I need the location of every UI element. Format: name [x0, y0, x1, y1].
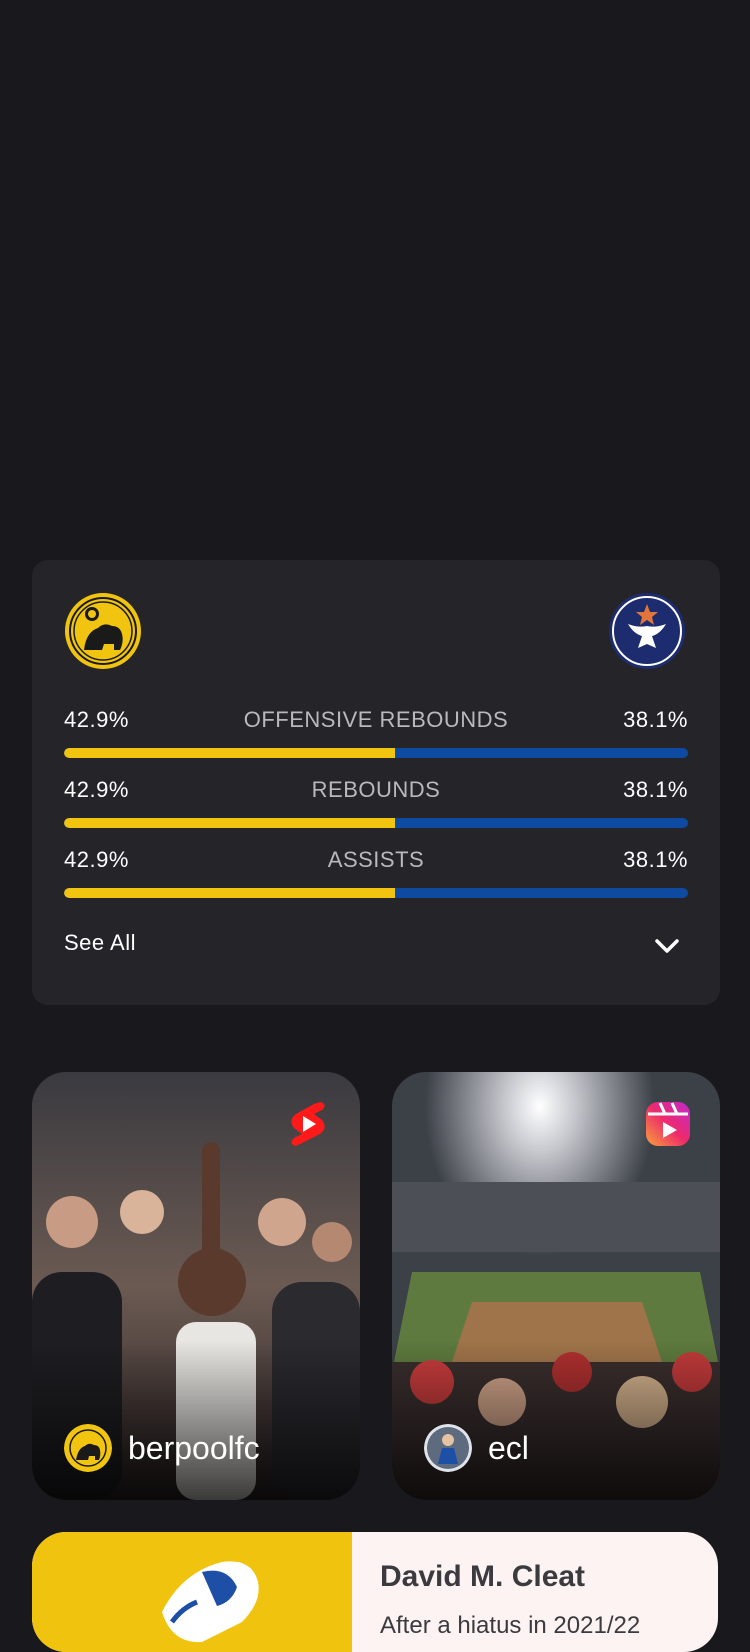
stat-row-rebounds: 42.9% REBOUNDS 38.1% [64, 776, 688, 830]
stat-label: REBOUNDS [311, 777, 441, 802]
stat-label: OFFENSIVE REBOUNDS [243, 707, 509, 732]
stat-comparison-bar [64, 818, 688, 828]
home-share-fill [64, 748, 395, 758]
reel-overlay [32, 1340, 360, 1500]
boot-image [162, 1561, 259, 1643]
player-avatar-icon [424, 1424, 472, 1472]
bear-crest-icon [64, 1424, 112, 1472]
reel-handle-text: berpoolfc [128, 1429, 260, 1466]
reel-handle-text: ecl [488, 1429, 529, 1466]
chevron-down-icon[interactable] [654, 936, 680, 956]
reel-card-berpoolfc[interactable]: berpoolfc [32, 1072, 360, 1500]
stat-row-offensive-rebounds: 42.9% OFFENSIVE REBOUNDS 38.1% [64, 706, 688, 760]
reel-handle: berpoolfc [64, 1424, 260, 1472]
home-share-fill [64, 818, 395, 828]
article-thumbnail [32, 1532, 352, 1652]
bear-crest-icon [65, 593, 141, 669]
stat-row-assists: 42.9% ASSISTS 38.1% [64, 846, 688, 900]
away-stat-value: 38.1% [623, 847, 688, 872]
eagle-crest-icon [609, 593, 685, 669]
see-all-button[interactable]: See All [64, 930, 136, 956]
instagram-reels-icon [646, 1102, 690, 1146]
youtube-shorts-icon [291, 1102, 325, 1146]
article-snippet: After a hiatus in 2021/22 [380, 1612, 641, 1639]
reel-card-ecl[interactable]: ecl [392, 1072, 720, 1500]
home-share-fill [64, 888, 395, 898]
team-stats-card: 42.9% OFFENSIVE REBOUNDS 38.1% 42.9% REB… [32, 560, 720, 1005]
article-title: David M. Cleat [380, 1560, 586, 1593]
stat-comparison-bar [64, 888, 688, 898]
stat-label: ASSISTS [327, 847, 425, 872]
reel-handle: ecl [424, 1424, 529, 1472]
away-stat-value: 38.1% [623, 777, 688, 802]
away-stat-value: 38.1% [623, 707, 688, 732]
reel-overlay [392, 1340, 720, 1500]
stat-comparison-bar [64, 748, 688, 758]
article-card[interactable]: David M. Cleat After a hiatus in 2021/22 [32, 1532, 718, 1652]
